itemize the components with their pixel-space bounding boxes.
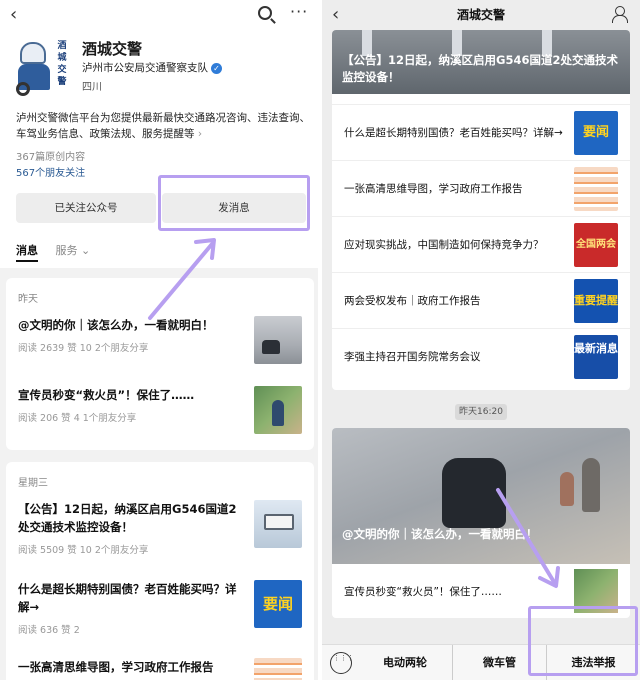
intro-text: 泸州交警微信平台为您提供最新最快交通路况咨询、违法查询、车驾业务信息、政策法规、… — [16, 112, 310, 140]
message-group-yesterday: 昨天 @文明的你｜该怎么办，一看就明白！ 阅读 2639 赞 10 2个朋友分享… — [6, 278, 314, 450]
wheel-icon — [16, 82, 30, 96]
helmet-icon — [20, 42, 46, 64]
article-title: 一张高清思维导图，学习政府工作报告 — [344, 183, 523, 195]
verified-icon: ✓ — [211, 62, 222, 74]
avatar-logo-text: 酒城交警 — [57, 41, 67, 87]
list-item[interactable]: 一张高清思维导图，学习政府工作报告 — [18, 658, 308, 680]
list-item[interactable]: 两会受权发布｜政府工作报告 重要提醒 — [332, 272, 630, 328]
article-title: 应对现实挑战，中国制造如何保持竞争力？ — [344, 239, 544, 251]
account-org: 泸州市公安局交通警察支队 — [82, 62, 208, 74]
followed-button[interactable]: 已关注公众号 — [16, 193, 156, 223]
article-thumbnail — [574, 167, 618, 211]
article-thumbnail: 要闻 — [574, 111, 618, 155]
avatar[interactable]: 酒城交警 — [14, 36, 70, 96]
menu-electric-two-wheeler[interactable]: 电动两轮 — [358, 645, 452, 680]
group-date: 昨天 — [18, 294, 38, 305]
article-thumbnail — [254, 386, 302, 434]
friends-following[interactable]: 567个朋友关注 — [16, 164, 85, 179]
article-title: 什么是超长期特别国债？老百姓能买吗？详解→ — [344, 127, 563, 139]
article-title: 【公告】12日起，纳溪区启用G546国道2处交通技术监控设备！ — [18, 502, 237, 534]
list-item[interactable]: 宣传员秒变“救火员”！保住了…… 阅读 206 赞 4 1个朋友分享 — [18, 386, 308, 438]
tab-services[interactable]: 服务 ⌄ — [56, 242, 91, 258]
highlight-box-violation-report — [528, 606, 638, 676]
article-thumbnail — [254, 316, 302, 364]
account-intro[interactable]: 泸州交警微信平台为您提供最新最快交通路况咨询、违法查询、车驾业务信息、政策法规、… — [16, 110, 310, 142]
profile-icon[interactable] — [612, 6, 628, 23]
left-nav-bar: ‹ ··· — [0, 2, 318, 26]
profile-header: ‹ ··· 酒城交警 酒城交警 泸州市公安局交通警察支队 ✓ 四川 泸州交警微信平… — [0, 0, 318, 268]
list-item[interactable]: @文明的你｜该怎么办，一看就明白！ 阅读 2639 赞 10 2个朋友分享 — [18, 316, 308, 368]
tab-services-label: 服务 — [55, 244, 78, 257]
right-screenshot: ‹ 酒城交警 【公告】12日起，纳溪区启用G546国道2处交通技术监控设备！ 什… — [322, 0, 640, 680]
list-item[interactable]: 【公告】12日起，纳溪区启用G546国道2处交通技术监控设备！ 阅读 5509 … — [18, 500, 308, 560]
tab-bar: 消息 服务 ⌄ — [16, 242, 104, 262]
article-thumbnail: 重要提醒 — [574, 279, 618, 323]
cover-image — [560, 472, 574, 506]
list-item[interactable]: 应对现实挑战，中国制造如何保持竞争力？ 全国两会 — [332, 216, 630, 272]
account-name: 酒城交警 — [82, 40, 143, 58]
list-item[interactable]: 李强主持召开国务院常务会议 最新消息 — [332, 328, 630, 384]
article-thumbnail: 全国两会 — [574, 223, 618, 267]
article-thumbnail — [254, 500, 302, 548]
article-title: 一张高清思维导图，学习政府工作报告 — [18, 660, 214, 674]
article-title: 两会受权发布｜政府工作报告 — [344, 295, 481, 307]
cover-title: @文明的你｜该怎么办，一看就明白！ — [342, 527, 538, 541]
chevron-down-icon: ⌄ — [81, 244, 91, 257]
article-title: 李强主持召开国务院常务会议 — [344, 351, 481, 363]
cover-article[interactable]: @文明的你｜该怎么办，一看就明白！ — [332, 428, 630, 564]
cover-image — [582, 458, 600, 512]
message-group-wednesday: 星期三 【公告】12日起，纳溪区启用G546国道2处交通技术监控设备！ 阅读 5… — [6, 462, 314, 680]
tab-messages[interactable]: 消息 — [16, 242, 38, 262]
search-icon[interactable] — [258, 6, 272, 20]
chat-title: 酒城交警 — [456, 8, 505, 22]
article-meta: 阅读 206 赞 4 1个朋友分享 — [18, 413, 137, 424]
article-meta: 阅读 5509 赞 10 2个朋友分享 — [18, 545, 149, 556]
article-meta: 阅读 636 赞 2 — [18, 625, 80, 636]
keyboard-icon[interactable] — [330, 652, 352, 674]
article-thumbnail — [254, 658, 302, 680]
banner-title: 【公告】12日起，纳溪区启用G546国道2处交通技术监控设备！ — [342, 53, 618, 84]
cover-image — [442, 458, 506, 528]
more-icon[interactable]: ··· — [290, 2, 308, 21]
article-title: 宣传员秒变“救火员”！保住了…… — [18, 388, 195, 402]
posts-count: 367篇原创内容 — [16, 152, 86, 163]
list-item[interactable]: 一张高清思维导图，学习政府工作报告 — [332, 160, 630, 216]
banner-article[interactable]: 【公告】12日起，纳溪区启用G546国道2处交通技术监控设备！ — [332, 30, 630, 94]
chat-header: ‹ 酒城交警 — [322, 0, 640, 30]
list-item[interactable]: 什么是超长期特别国债？老百姓能买吗？详解→ 阅读 636 赞 2 要闻 — [18, 580, 308, 640]
article-card-group: 【公告】12日起，纳溪区启用G546国道2处交通技术监控设备！ 什么是超长期特别… — [332, 30, 630, 390]
article-title: @文明的你｜该怎么办，一看就明白！ — [18, 318, 214, 332]
article-meta: 阅读 2639 赞 10 2个朋友分享 — [18, 343, 149, 354]
back-icon[interactable]: ‹ — [10, 4, 17, 25]
list-item[interactable]: 什么是超长期特别国债？老百姓能买吗？详解→ 要闻 — [332, 104, 630, 160]
account-location: 四川 — [82, 82, 102, 93]
chat-timestamp: 昨天16:20 — [455, 404, 507, 420]
chevron-right-icon: › — [197, 128, 203, 140]
article-thumbnail: 要闻 — [254, 580, 302, 628]
account-subtitle: 泸州市公安局交通警察支队 ✓ — [82, 60, 222, 75]
highlight-box-send-message — [158, 175, 310, 231]
left-screenshot: ‹ ··· 酒城交警 酒城交警 泸州市公安局交通警察支队 ✓ 四川 泸州交警微信平… — [0, 0, 318, 680]
group-date: 星期三 — [18, 478, 48, 489]
article-thumbnail: 最新消息 — [574, 335, 618, 379]
article-title: 什么是超长期特别国债？老百姓能买吗？详解→ — [18, 582, 237, 614]
article-card-group: @文明的你｜该怎么办，一看就明白！ 宣传员秒变“救火员”！保住了…… — [332, 428, 630, 618]
